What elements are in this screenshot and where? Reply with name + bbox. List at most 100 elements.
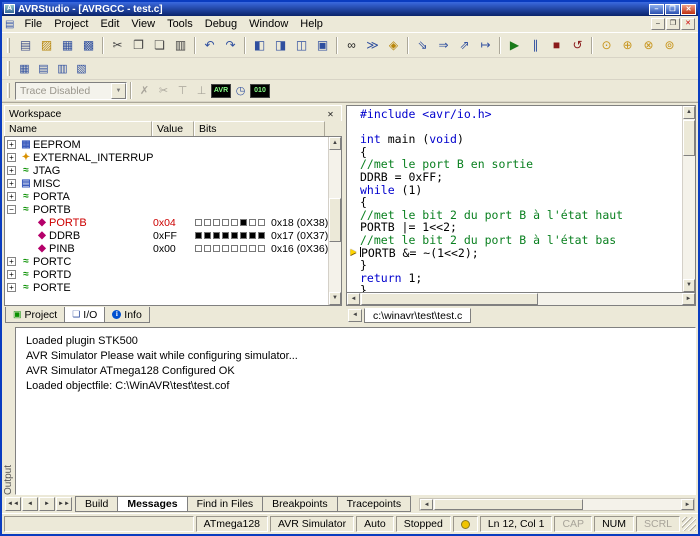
tree-item-pinb[interactable]: ◆PINB0x000x16 (0X36) — [5, 242, 328, 255]
tab-messages[interactable]: Messages — [117, 496, 187, 512]
save-icon[interactable]: ▦ — [57, 36, 78, 55]
open-file-icon[interactable]: ▨ — [36, 36, 57, 55]
output-panel[interactable]: Loaded plugin STK500AVR Simulator Please… — [15, 327, 696, 495]
scrollbar-thumb[interactable] — [683, 120, 695, 156]
bit-checkbox[interactable] — [240, 245, 247, 252]
bit-checkbox[interactable] — [195, 232, 202, 239]
bit-checkbox[interactable] — [258, 232, 265, 239]
close-button[interactable]: ✕ — [681, 4, 696, 15]
bit-checkbox[interactable] — [231, 245, 238, 252]
toggle-output-icon[interactable]: ◨ — [270, 36, 291, 55]
cut-icon[interactable]: ✂ — [107, 36, 128, 55]
scroll-left-icon[interactable]: ◄ — [347, 293, 360, 305]
workspace-close-button[interactable]: ✕ — [324, 108, 337, 120]
code-editor[interactable]: #include <avr/io.h> int main (void){//me… — [346, 105, 696, 293]
tree-item-portc[interactable]: +≈PORTC — [5, 255, 328, 268]
tree-item-portb[interactable]: −≈PORTB — [5, 203, 328, 216]
expand-icon[interactable]: + — [7, 166, 16, 175]
print-icon[interactable]: ▥ — [170, 36, 191, 55]
bit-checkbox[interactable] — [195, 245, 202, 252]
menu-window[interactable]: Window — [243, 17, 294, 31]
tree-item-eeprom[interactable]: +▦EEPROM — [5, 138, 328, 151]
code-line[interactable]: #include <avr/io.h> — [347, 108, 682, 121]
scroll-right-icon[interactable]: ► — [681, 499, 694, 510]
expand-icon[interactable]: + — [7, 140, 16, 149]
stopwatch-icon[interactable]: ◷ — [231, 82, 250, 99]
bit-checkbox[interactable] — [213, 232, 220, 239]
code-line[interactable]: return 1; — [347, 272, 682, 285]
workspace-scrollbar[interactable]: ▲ ▼ — [328, 137, 341, 305]
scrollbar-track[interactable] — [433, 499, 681, 510]
column-header-name[interactable]: Name — [4, 121, 152, 136]
bookmark-icon[interactable]: ◈ — [383, 36, 404, 55]
collapse-icon[interactable]: − — [7, 205, 16, 214]
expand-icon[interactable]: + — [7, 179, 16, 188]
full-screen-icon[interactable]: ▣ — [312, 36, 333, 55]
minimize-button[interactable]: – — [649, 4, 664, 15]
show-next-statement-icon[interactable]: ⊙ — [596, 36, 617, 55]
bit-checkbox[interactable] — [204, 219, 211, 226]
prev-tab-button[interactable]: ◄ — [22, 497, 38, 511]
bit-checkbox[interactable] — [195, 219, 202, 226]
scroll-down-icon[interactable]: ▼ — [329, 292, 341, 305]
tab-project[interactable]: ▣Project — [5, 307, 65, 323]
register-view-icon[interactable]: ▥ — [53, 60, 72, 77]
scrollbar-track[interactable] — [683, 119, 695, 279]
toggle-workspace-icon[interactable]: ◧ — [249, 36, 270, 55]
tree-item-jtag[interactable]: +≈JTAG — [5, 164, 328, 177]
menu-project[interactable]: Project — [48, 17, 94, 31]
code-line[interactable]: int main (void) — [347, 133, 682, 146]
expand-icon[interactable]: + — [7, 283, 16, 292]
split-window-icon[interactable]: ◫ — [291, 36, 312, 55]
bit-checkbox[interactable] — [213, 219, 220, 226]
step-over-icon[interactable]: ⇒ — [433, 36, 454, 55]
menu-debug[interactable]: Debug — [199, 17, 243, 31]
bit-checkbox[interactable] — [258, 245, 265, 252]
bit-checkbox[interactable] — [240, 232, 247, 239]
mdi-close-button[interactable]: ✕ — [681, 18, 695, 30]
undo-icon[interactable]: ↶ — [199, 36, 220, 55]
menu-help[interactable]: Help — [294, 17, 329, 31]
copy-icon[interactable]: ❐ — [128, 36, 149, 55]
pause-icon[interactable]: ∥ — [525, 36, 546, 55]
bit-checkbox[interactable] — [222, 219, 229, 226]
mdi-minimize-button[interactable]: – — [651, 18, 665, 30]
trace-status-combo[interactable]: Trace Disabled ▼ — [15, 82, 127, 100]
stop-icon[interactable]: ■ — [546, 36, 567, 55]
bit-checkbox[interactable] — [222, 232, 229, 239]
tree-item-porte[interactable]: +≈PORTE — [5, 281, 328, 294]
code-lines[interactable]: #include <avr/io.h> int main (void){//me… — [347, 106, 682, 292]
column-header-value[interactable]: Value — [152, 121, 194, 136]
menu-edit[interactable]: Edit — [94, 17, 125, 31]
bit-checkbox[interactable] — [222, 245, 229, 252]
tab-info[interactable]: iInfo — [104, 307, 150, 323]
editor-hscrollbar[interactable]: ◄ ► — [346, 293, 696, 306]
bit-checkbox[interactable] — [240, 219, 247, 226]
scroll-down-icon[interactable]: ▼ — [683, 279, 695, 292]
output-hscrollbar[interactable]: ◄ ► — [419, 498, 695, 511]
step-out-icon[interactable]: ⇗ — [454, 36, 475, 55]
scroll-up-icon[interactable]: ▲ — [329, 137, 341, 150]
combo-dropdown-icon[interactable]: ▼ — [111, 83, 126, 99]
bit-checkbox[interactable] — [249, 219, 256, 226]
expand-icon[interactable]: + — [7, 192, 16, 201]
menu-file[interactable]: File — [18, 17, 48, 31]
find-next-icon[interactable]: ≫ — [362, 36, 383, 55]
code-line[interactable]: } — [347, 284, 682, 292]
bit-checkbox[interactable] — [231, 232, 238, 239]
io-view-icon[interactable]: ▦ — [15, 60, 34, 77]
toggle-breakpoint-icon[interactable]: ⊕ — [617, 36, 638, 55]
run-icon[interactable]: ▶ — [504, 36, 525, 55]
editor-vscrollbar[interactable]: ▲ ▼ — [682, 106, 695, 292]
tree-item-portd[interactable]: +≈PORTD — [5, 268, 328, 281]
disassembler-view-icon[interactable]: ▧ — [72, 60, 91, 77]
save-all-icon[interactable]: ▩ — [78, 36, 99, 55]
clear-breakpoints-icon[interactable]: ⊗ — [638, 36, 659, 55]
tab-scroll-left-button[interactable]: ◄ — [348, 309, 362, 322]
toolbar-grip[interactable] — [7, 61, 10, 76]
avr-device-icon[interactable]: AVR — [211, 84, 231, 98]
code-line[interactable]: while (1) — [347, 184, 682, 197]
tab-find-in-files[interactable]: Find in Files — [187, 496, 264, 512]
bit-checkbox[interactable] — [204, 245, 211, 252]
tree-item-porta[interactable]: +≈PORTA — [5, 190, 328, 203]
